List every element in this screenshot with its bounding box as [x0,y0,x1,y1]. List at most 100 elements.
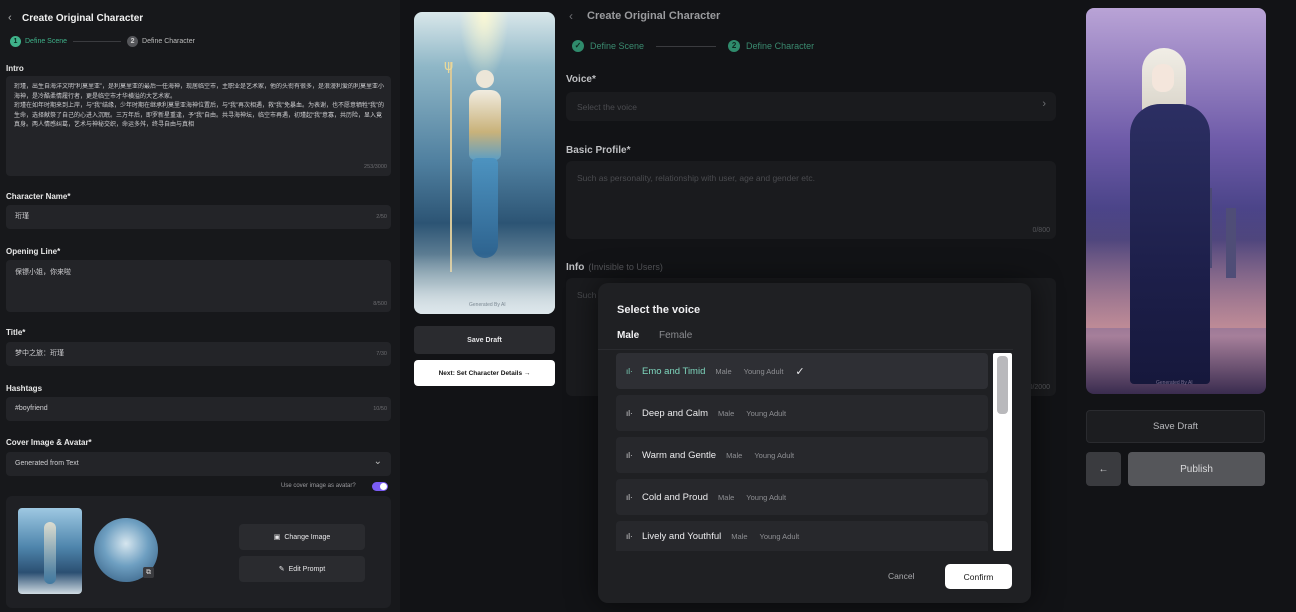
trident-icon: ψ [444,58,454,74]
app-root: ‹ Create Original Character 1 Define Sce… [0,0,1296,612]
change-image-button[interactable]: ▣ Change Image [239,524,365,550]
figure-torso [469,90,501,160]
waveform-icon: ıl· [626,366,633,376]
cancel-button[interactable]: Cancel [888,571,914,581]
cover-source-value: Generated from Text [15,460,79,467]
basic-profile-textarea[interactable]: Such as personality, relationship with u… [566,161,1056,239]
save-draft-button[interactable]: Save Draft [414,326,555,354]
figure-head [476,70,494,88]
waveform-icon: ıl· [626,531,633,541]
tab-male[interactable]: Male [617,330,639,341]
scrollbar-track[interactable] [993,353,1012,551]
preview-column-left: ψ Generated By AI Save Draft Next: Set C… [400,0,562,612]
title-input[interactable]: 梦中之旅：珩瑾 7/30 [6,342,391,366]
avatar[interactable]: ⧉ [94,518,158,582]
voice-gender-tag: Male [715,366,732,376]
tower-shape-2 [1226,208,1236,278]
step-1-done-badge: ✓ [572,40,584,52]
voice-select[interactable]: Select the voice › [566,92,1056,121]
hashtags-label: Hashtags [6,384,43,393]
avatar-toggle[interactable] [372,482,388,491]
figure-face [1152,64,1174,92]
step-divider-2 [656,45,717,47]
step-2-label[interactable]: Define Character [142,38,195,45]
info-sublabel: (Invisible to Users) [588,262,663,272]
intro-textarea[interactable]: 珩瑾，出生自海洋文明“利莫里亚”，是利莫里亚的最后一任海神，现居临空市，主职业是… [6,76,391,176]
next-step-button[interactable]: Next: Set Character Details → [414,360,555,386]
confirm-button[interactable]: Confirm [945,564,1012,589]
cover-preview-box: ⧉ ▣ Change Image ✎ Edit Prompt [6,496,391,608]
modal-title: Select the voice [617,304,701,316]
step-2-label-2[interactable]: Define Character [746,41,814,51]
voice-option-lively-and-youthful[interactable]: ıl· Lively and Youthful Male Young Adult [616,521,988,551]
voice-name: Warm and Gentle [642,449,717,461]
chevron-right-icon: › [1042,98,1046,110]
voice-gender-tag: Male [718,408,735,418]
voice-option-emo-and-timid[interactable]: ıl· Emo and Timid Male Young Adult ✓ [616,353,988,389]
info-label-row: Info (Invisible to Users) [566,262,663,273]
cover-thumbnail[interactable] [18,508,82,594]
check-icon: ✓ [795,365,805,378]
opening-line-label: Opening Line* [6,247,61,256]
waveform-icon: ıl· [626,450,633,460]
ai-watermark-2: Generated By AI [1156,380,1193,386]
page-title-2: Create Original Character [587,10,721,22]
voice-name: Deep and Calm [642,407,709,419]
crop-icon[interactable]: ⧉ [143,567,154,578]
voice-gender-tag: Male [718,492,735,502]
opening-line-value: 保镖小姐，你来啦 [15,269,71,276]
character-name-label: Character Name* [6,192,71,201]
title-counter: 7/30 [376,351,387,357]
trident-shaft [450,62,452,272]
voice-option-warm-and-gentle[interactable]: ıl· Warm and Gentle Male Young Adult [616,437,988,473]
wand-icon: ✎ [278,566,285,573]
info-label: Info [566,262,585,273]
step-1-label[interactable]: Define Scene [25,38,67,45]
voice-age-tag: Young Adult [743,366,784,376]
hashtags-counter: 10/50 [373,406,387,412]
voice-gender-tag: Male [731,531,748,541]
voice-age-tag: Young Adult [754,450,795,460]
chevron-down-icon: ⌄ [373,456,382,467]
opening-line-textarea[interactable]: 保镖小姐，你来啦 8/500 [6,260,391,312]
step-2-badge: 2 [127,36,139,47]
tab-female[interactable]: Female [659,330,692,341]
basic-profile-label: Basic Profile* [566,145,631,156]
ai-watermark: Generated By AI [469,302,506,308]
hashtags-input[interactable]: #boyfriend 10/50 [6,397,391,421]
intro-counter: 253/3000 [364,164,387,170]
step-1-label-2[interactable]: Define Scene [590,41,644,51]
basic-profile-counter: 0/800 [1032,227,1050,234]
back-icon[interactable]: ‹ [8,12,12,24]
cover-label: Cover Image & Avatar* [6,438,92,447]
back-arrow-button[interactable]: ← [1086,452,1121,486]
voice-option-deep-and-calm[interactable]: ıl· Deep and Calm Male Young Adult [616,395,988,431]
edit-prompt-button[interactable]: ✎ Edit Prompt [239,556,365,582]
opening-line-counter: 8/500 [373,301,387,307]
voice-option-cold-and-proud[interactable]: ıl· Cold and Proud Male Young Adult [616,479,988,515]
scene-form-panel: ‹ Create Original Character 1 Define Sce… [0,0,400,612]
step-divider [73,41,122,42]
back-icon-2[interactable]: ‹ [569,9,573,23]
character-name-counter: 2/50 [376,214,387,220]
page-title: Create Original Character [22,13,144,24]
voice-label: Voice* [566,74,596,85]
save-draft-button-2[interactable]: Save Draft [1086,410,1265,443]
info-counter: 0/2000 [1028,384,1050,391]
publish-button[interactable]: Publish [1128,452,1265,486]
cover-source-select[interactable]: Generated from Text ⌄ [6,452,391,476]
character-preview-card-2: Generated By AI [1086,8,1266,394]
intro-label: Intro [6,64,24,73]
hashtags-value: #boyfriend [15,405,48,412]
voice-name: Emo and Timid [642,365,706,377]
stepper: 1 Define Scene 2 Define Character [10,36,195,47]
waveform-icon: ıl· [626,408,633,418]
figure-tail [472,158,498,258]
change-image-label: Change Image [284,533,331,541]
stepper-2: ✓ Define Scene 2 Define Character [572,40,814,52]
scrollbar-thumb[interactable] [997,356,1008,414]
voice-gender-tag: Male [726,450,743,460]
voice-select-modal: Select the voice Male Female ıl· Emo and… [598,283,1031,603]
character-name-input[interactable]: 珩瑾 2/50 [6,205,391,229]
basic-profile-placeholder: Such as personality, relationship with u… [577,173,815,183]
